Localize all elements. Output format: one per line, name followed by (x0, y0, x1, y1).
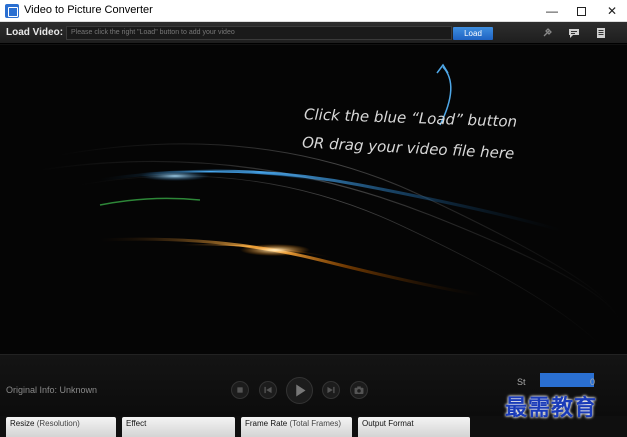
snapshot-button[interactable] (350, 381, 368, 399)
window-title: Video to Picture Converter (24, 4, 153, 16)
skip-back-icon (264, 386, 272, 394)
settings-icon[interactable] (541, 27, 553, 39)
video-drop-area[interactable]: Click the blue “Load” button OR drag you… (0, 45, 627, 354)
play-icon (296, 384, 306, 397)
start-time-field[interactable] (540, 373, 594, 387)
watermark: 最需教育 (505, 396, 598, 421)
effect-panel[interactable]: Effect (122, 417, 235, 437)
chat-icon[interactable] (568, 27, 580, 39)
app-icon (5, 4, 19, 18)
frame-rate-subtitle: (Total Frames) (289, 419, 342, 428)
light-streaks-decoration (39, 63, 621, 346)
stop-button[interactable] (231, 381, 249, 399)
close-button[interactable]: ✕ (597, 0, 627, 22)
maximize-icon (576, 7, 586, 17)
start-label: St (517, 377, 526, 387)
minimize-button[interactable]: — (537, 0, 567, 22)
effect-title: Effect (126, 419, 147, 428)
frame-rate-title: Frame Rate (245, 419, 288, 428)
camera-icon (354, 386, 364, 394)
skip-forward-icon (327, 386, 335, 394)
stop-icon (237, 387, 243, 393)
load-bar: Load Video: Please click the right "Load… (0, 22, 627, 44)
resize-title: Resize (10, 419, 35, 428)
resize-panel[interactable]: Resize (Resolution) (6, 417, 116, 437)
start-value: 0 (590, 377, 596, 387)
play-button[interactable] (286, 377, 313, 404)
load-button[interactable]: Load (453, 27, 493, 40)
title-bar: Video to Picture Converter — ✕ (0, 0, 627, 22)
load-video-label: Load Video: (6, 27, 64, 38)
output-format-panel[interactable]: Output Format (358, 417, 470, 437)
video-path-field[interactable]: Please click the right "Load" button to … (66, 26, 452, 40)
maximize-button[interactable] (566, 0, 596, 22)
original-info: Original Info: Unknown (6, 385, 98, 395)
output-format-title: Output Format (362, 419, 414, 428)
document-icon[interactable] (595, 27, 607, 39)
next-frame-button[interactable] (322, 381, 340, 399)
resize-subtitle: (Resolution) (36, 419, 80, 428)
previous-frame-button[interactable] (259, 381, 277, 399)
frame-rate-panel[interactable]: Frame Rate (Total Frames) (241, 417, 352, 437)
